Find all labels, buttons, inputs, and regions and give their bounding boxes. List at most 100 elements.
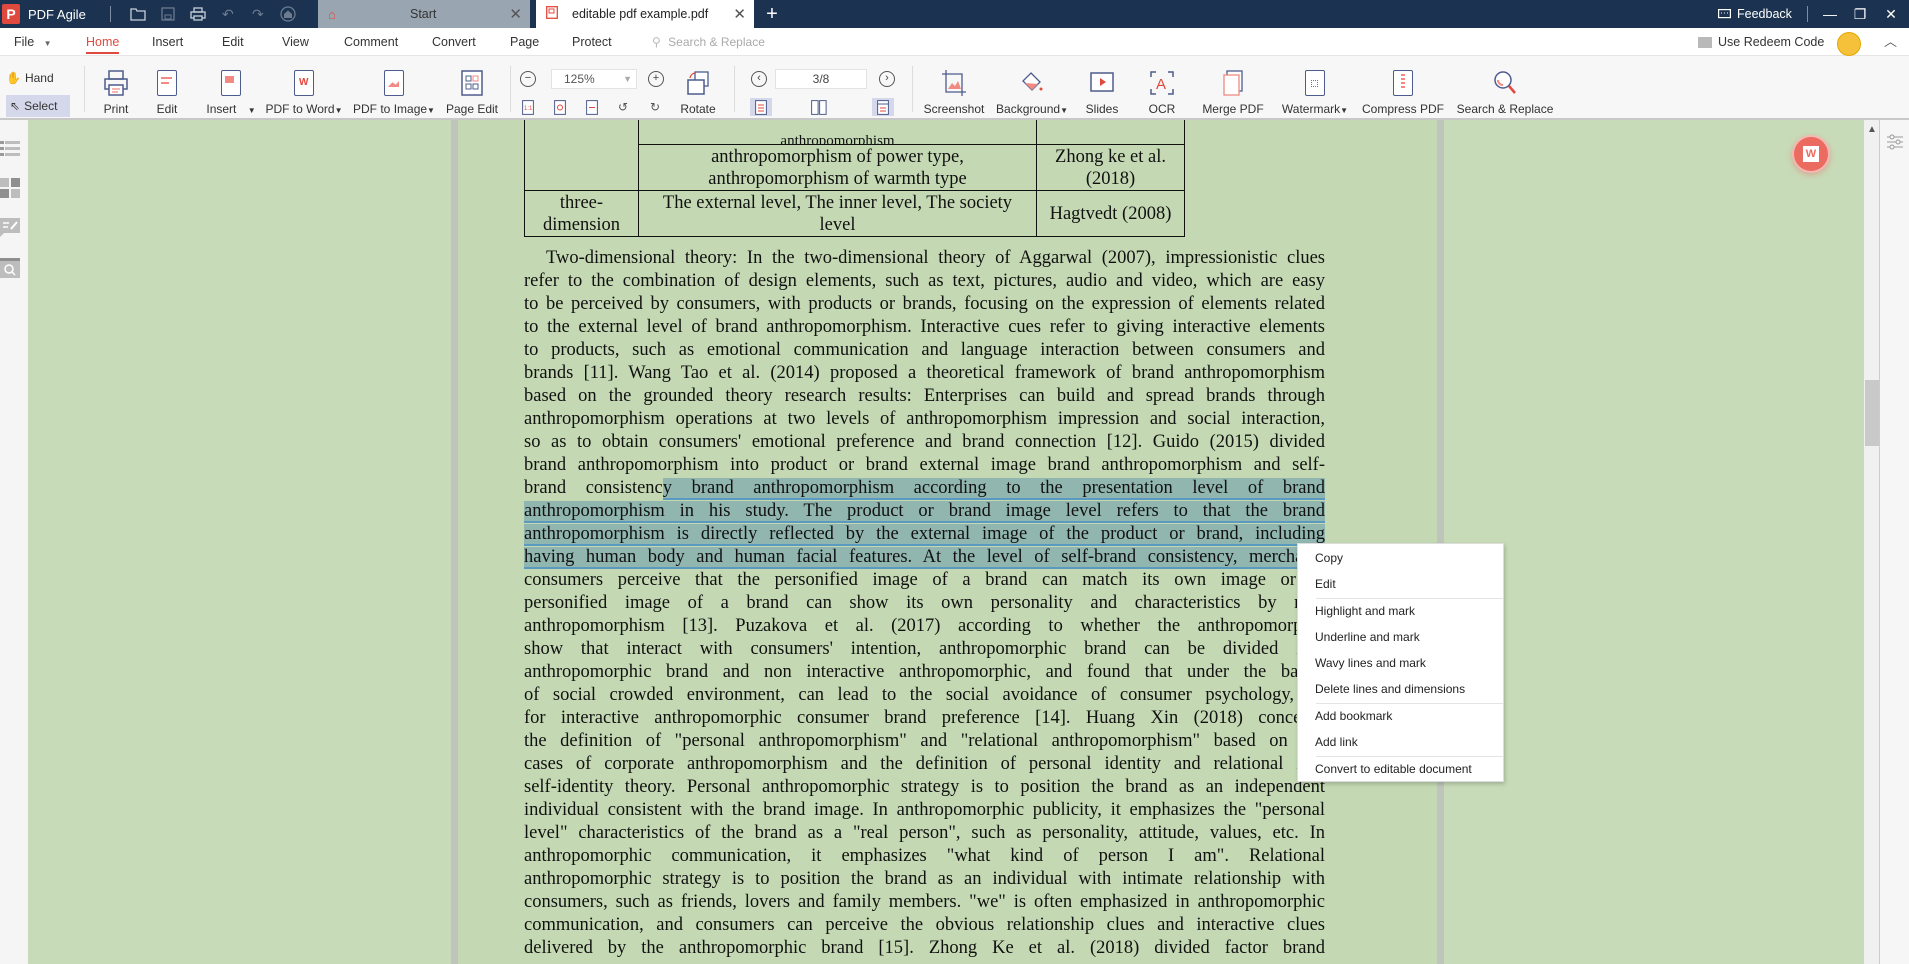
sliders-icon[interactable] [1887, 134, 1903, 150]
context-strikethrough[interactable]: Delete lines and dimensions [1315, 679, 1465, 699]
fit-width-icon[interactable] [583, 98, 601, 116]
previous-page-button[interactable]: ‹ [751, 71, 767, 87]
text-line[interactable]: anthropomorphism [13]. Puzakova et al. (… [524, 615, 1325, 638]
page-edit-button[interactable]: Page Edit [444, 56, 500, 118]
pdf-to-image-button[interactable]: PDF to Image▼ [352, 56, 436, 118]
text-line[interactable]: consumers, such as friends, lovers and f… [524, 891, 1325, 914]
menu-convert[interactable]: Convert [432, 28, 476, 56]
selected-text[interactable]: anthropomorphism is directly reflected b… [524, 524, 1325, 546]
text-line[interactable]: anthropomorphism is directly reflected b… [524, 523, 1325, 546]
zoom-select[interactable]: 125% ▼ [551, 69, 637, 89]
print-button[interactable]: Print [100, 56, 132, 118]
actual-size-icon[interactable]: 1:1 [519, 98, 537, 116]
selected-text[interactable]: having human body and human facial featu… [524, 547, 1325, 569]
close-window-button[interactable]: ✕ [1876, 0, 1906, 28]
text-line[interactable]: to products, such as emotional communica… [524, 339, 1325, 362]
text-line[interactable]: Two-dimensional theory: In the two-dimen… [524, 247, 1325, 270]
print-icon[interactable] [183, 0, 213, 28]
zoom-out-button[interactable]: − [520, 71, 536, 87]
scroll-up-icon[interactable]: ▲ [1867, 124, 1877, 135]
text-line[interactable]: cases of corporate anthropomorphism and … [524, 753, 1325, 776]
text-line[interactable]: based on the grounded theory research re… [524, 385, 1325, 408]
rotate-right-icon[interactable]: ↻ [646, 98, 664, 116]
text-line[interactable]: of social crowded environment, can lead … [524, 684, 1325, 707]
edit-button[interactable]: Edit [152, 56, 182, 118]
rotate-left-icon[interactable]: ↺ [614, 98, 632, 116]
text-line[interactable]: self-identity theory. Personal anthropom… [524, 776, 1325, 799]
text-line[interactable]: refer to the combination of design eleme… [524, 270, 1325, 293]
convert-to-word-fab[interactable]: W [1792, 135, 1830, 173]
ocr-button[interactable]: A OCR [1144, 56, 1180, 118]
text-line[interactable]: anthropomorphic communication, it emphas… [524, 845, 1325, 868]
tab-start[interactable]: ⌂ Start ✕ [318, 0, 530, 28]
context-copy[interactable]: Copy [1315, 548, 1343, 568]
annotations-icon[interactable] [0, 218, 22, 238]
text-line[interactable]: for interactive anthropomorphic consumer… [524, 707, 1325, 730]
merge-pdf-button[interactable]: Merge PDF [1202, 56, 1264, 118]
new-tab-button[interactable]: + [760, 2, 784, 26]
context-add-bookmark[interactable]: Add bookmark [1315, 706, 1392, 726]
collapse-ribbon-icon[interactable]: ︿ [1884, 28, 1897, 56]
text-line[interactable]: anthropomorphic strategy is to position … [524, 868, 1325, 891]
fit-page-icon[interactable] [551, 98, 569, 116]
document-viewport[interactable]: anthropomorphism anthropomorphism of pow… [28, 120, 1866, 964]
outline-icon[interactable] [0, 140, 22, 160]
search-replace-input[interactable]: ⚲ Search & Replace [652, 28, 765, 56]
page-number-input[interactable]: 3/8 [775, 69, 867, 89]
avatar[interactable] [1837, 32, 1861, 56]
text-line[interactable]: anthropomorphic brand and non interactiv… [524, 661, 1325, 684]
two-page-view-icon[interactable] [810, 98, 828, 116]
hand-tool-button[interactable]: ✋ Hand [6, 68, 54, 88]
restore-button[interactable]: ❐ [1845, 0, 1875, 28]
rotate-button[interactable]: Rotate [678, 56, 718, 118]
text-line[interactable]: anthropomorphism in his study. The produ… [524, 500, 1325, 523]
redo-icon[interactable]: ↷ [243, 0, 273, 28]
context-wavy-lines[interactable]: Wavy lines and mark [1315, 653, 1426, 673]
text-line[interactable]: having human body and human facial featu… [524, 546, 1325, 569]
zoom-in-button[interactable]: + [648, 71, 664, 87]
text-line[interactable]: to be perceived by consumers, with produ… [524, 293, 1325, 316]
context-highlight[interactable]: Highlight and mark [1315, 601, 1415, 621]
next-page-button[interactable]: › [879, 71, 895, 87]
background-button[interactable]: Background▼ [994, 56, 1070, 118]
single-page-view-icon[interactable] [750, 98, 772, 116]
text-line[interactable]: anthropomorphism operations at two level… [524, 408, 1325, 431]
continuous-scroll-icon[interactable] [872, 98, 894, 116]
thumbnails-icon[interactable] [0, 178, 22, 198]
screenshot-button[interactable]: Screenshot [924, 56, 984, 118]
text-line[interactable]: consumers perceive that the personified … [524, 569, 1325, 592]
compress-pdf-button[interactable]: Compress PDF [1362, 56, 1444, 118]
menu-protect[interactable]: Protect [572, 28, 612, 56]
text-line[interactable]: delivered by the anthropomorphic brand [… [524, 937, 1325, 960]
close-tab-icon[interactable]: ✕ [733, 5, 746, 23]
tab-document[interactable]: editable pdf example.pdf ✕ [536, 0, 754, 28]
text-line[interactable]: so as to obtain consumers' emotional pre… [524, 431, 1325, 454]
text-line[interactable]: brand consistency brand anthropomorphism… [524, 477, 1325, 500]
watermark-button[interactable]: Watermark▼ [1280, 56, 1350, 118]
menu-page[interactable]: Page [510, 28, 539, 56]
close-tab-icon[interactable]: ✕ [509, 5, 522, 23]
context-convert-editable[interactable]: Convert to editable document [1315, 759, 1472, 779]
text-line[interactable]: brand anthropomorphism into product or b… [524, 454, 1325, 477]
open-folder-icon[interactable] [123, 0, 153, 28]
minimize-button[interactable]: — [1815, 0, 1845, 28]
selected-text[interactable]: y brand anthropomorphism according to th… [662, 478, 1325, 500]
text-line[interactable]: the definition of "personal anthropomorp… [524, 730, 1325, 753]
vertical-scrollbar[interactable]: ▲ [1864, 120, 1880, 964]
menu-file[interactable]: File ▼ [14, 28, 52, 56]
menu-view[interactable]: View [282, 28, 309, 56]
text-line[interactable]: to the external level of brand anthropom… [524, 316, 1325, 339]
text-line[interactable]: individual consistent with the brand ima… [524, 799, 1325, 822]
undo-icon[interactable]: ↶ [213, 0, 243, 28]
redeem-code-button[interactable]: Use Redeem Code [1698, 28, 1824, 56]
slides-button[interactable]: Slides [1082, 56, 1122, 118]
menu-comment[interactable]: Comment [344, 28, 398, 56]
text-line[interactable]: level" characteristics of the brand as a… [524, 822, 1325, 845]
context-add-link[interactable]: Add link [1315, 732, 1358, 752]
selected-text[interactable]: anthropomorphism in his study. The produ… [524, 501, 1325, 523]
context-edit[interactable]: Edit [1315, 574, 1336, 594]
search-panel-icon[interactable] [0, 258, 22, 278]
text-line[interactable]: brands [11]. Wang Tao et al. (2014) prop… [524, 362, 1325, 385]
text-line[interactable]: personified image of a brand can show it… [524, 592, 1325, 615]
text-line[interactable]: show that interact with consumers' inten… [524, 638, 1325, 661]
